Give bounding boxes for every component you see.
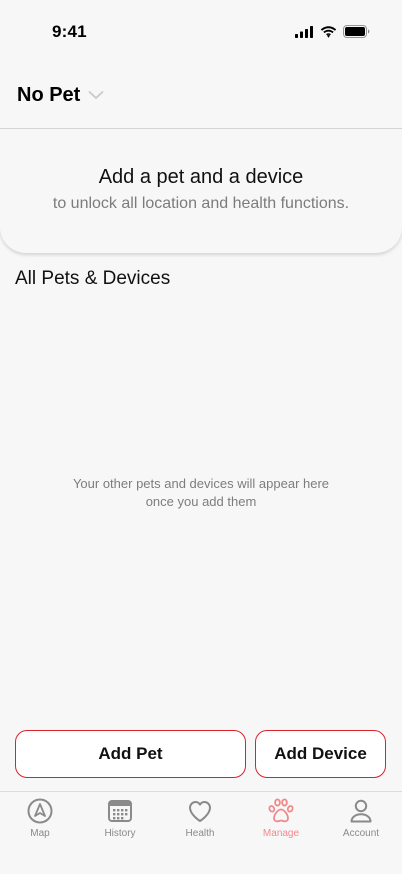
empty-state-line: Your other pets and devices will appear … bbox=[72, 476, 330, 491]
person-icon bbox=[321, 797, 401, 825]
tab-label: Manage bbox=[262, 828, 300, 839]
pet-selector-label: No Pet bbox=[17, 84, 81, 106]
battery-icon bbox=[343, 25, 370, 43]
tab-bar: Map History Health Manage Account bbox=[0, 791, 402, 874]
empty-state-line: once you add them bbox=[145, 494, 257, 509]
banner-subtitle: to unlock all location and health functi… bbox=[52, 195, 350, 212]
map-compass-icon bbox=[0, 797, 80, 825]
calendar-icon bbox=[80, 797, 160, 825]
chevron-down-icon bbox=[88, 87, 104, 105]
tab-health[interactable]: Health bbox=[160, 797, 240, 839]
cellular-signal-icon bbox=[295, 25, 314, 43]
pet-selector-dropdown[interactable]: No Pet bbox=[17, 84, 104, 107]
tab-account[interactable]: Account bbox=[321, 797, 401, 839]
add-pet-button[interactable]: Add Pet bbox=[15, 730, 246, 778]
section-title: All Pets & Devices bbox=[15, 268, 171, 289]
tab-label: Health bbox=[185, 828, 215, 839]
status-time: 9:41 bbox=[52, 22, 87, 41]
tab-label: History bbox=[104, 828, 136, 839]
status-icons bbox=[295, 25, 370, 43]
heart-icon bbox=[160, 797, 240, 825]
tab-label: Account bbox=[342, 828, 380, 839]
add-device-button[interactable]: Add Device bbox=[255, 730, 386, 778]
tab-label: Map bbox=[30, 828, 50, 839]
status-bar: 9:41 bbox=[0, 0, 402, 64]
tab-manage[interactable]: Manage bbox=[241, 797, 321, 839]
tab-history[interactable]: History bbox=[80, 797, 160, 839]
empty-state-message: Your other pets and devices will appear … bbox=[40, 475, 362, 511]
wifi-icon bbox=[320, 25, 337, 43]
paw-icon bbox=[241, 797, 321, 825]
tab-map[interactable]: Map bbox=[0, 797, 80, 839]
manage-screen: 9:41 No Pet Add a pet and a device to un… bbox=[0, 0, 402, 874]
onboarding-banner: Add a pet and a device to unlock all loc… bbox=[0, 129, 402, 253]
banner-title: Add a pet and a device bbox=[98, 166, 304, 188]
